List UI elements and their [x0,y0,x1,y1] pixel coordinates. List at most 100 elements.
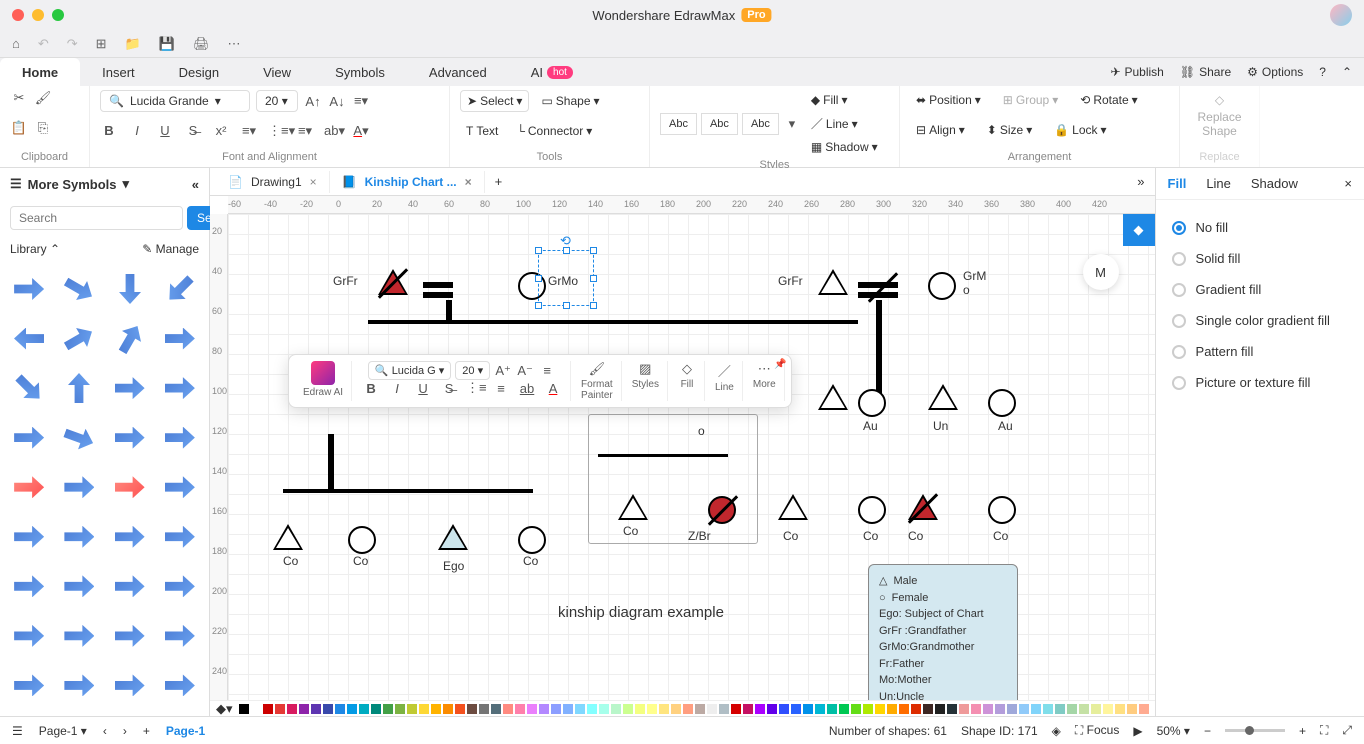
canvas[interactable]: ◆ M GrFr GrMo ⟲ GrFr [228,214,1155,700]
male-symbol[interactable] [818,384,848,410]
color-swatch[interactable] [1139,704,1149,714]
fill-option-none[interactable]: No fill [1172,212,1348,243]
fullscreen-icon[interactable]: ⤢ [1342,723,1352,738]
tab-design[interactable]: Design [157,58,241,86]
italic-icon[interactable]: I [128,123,146,138]
arrow-shape[interactable] [157,565,203,607]
increase-font-icon[interactable]: A↑ [304,94,322,109]
color-swatch[interactable] [455,704,465,714]
ego-symbol[interactable] [438,524,468,550]
shadow-tab[interactable]: Shadow [1251,176,1298,191]
arrow-shape[interactable] [56,367,102,409]
color-swatch[interactable] [311,704,321,714]
font-color-icon[interactable]: A▾ [352,123,370,139]
arrow-shape[interactable] [6,318,52,360]
arrow-shape[interactable] [6,417,52,459]
home-icon[interactable]: ⌂ [12,36,20,51]
close-panel-icon[interactable]: × [1344,176,1352,191]
fill-tab[interactable]: Fill [1168,176,1187,191]
shadow-button[interactable]: ▦ Shadow ▾ [805,137,884,157]
color-swatch[interactable] [431,704,441,714]
male-symbol[interactable] [818,269,848,295]
arrow-shape[interactable] [107,367,153,409]
align-icon[interactable]: ≡▾ [352,93,370,109]
fill-option-picture[interactable]: Picture or texture fill [1172,367,1348,398]
tab-insert[interactable]: Insert [80,58,157,86]
prev-page-icon[interactable]: ‹ [103,724,107,738]
pin-icon[interactable]: 📌 [774,359,786,370]
arrow-shape[interactable] [157,466,203,508]
color-swatch[interactable] [251,704,261,714]
fill-option-pattern[interactable]: Pattern fill [1172,336,1348,367]
lock-button[interactable]: 🔒 Lock▾ [1048,120,1112,140]
line-tab[interactable]: Line [1206,176,1231,191]
color-swatch[interactable] [1031,704,1041,714]
color-swatch[interactable] [1055,704,1065,714]
color-swatch[interactable] [323,704,333,714]
color-swatch[interactable] [839,704,849,714]
arrow-shape[interactable] [157,417,203,459]
close-tab-icon[interactable]: × [465,175,472,189]
color-swatch[interactable] [719,704,729,714]
male-symbol[interactable] [778,494,808,520]
cut-icon[interactable]: ✂ [10,90,28,106]
color-swatch[interactable] [1103,704,1113,714]
legend-box[interactable]: △ Male ○ Female Ego: Subject of Chart Gr… [868,564,1018,700]
page-list-icon[interactable]: ☰ [12,724,23,738]
numbering-icon[interactable]: ≡▾ [296,123,314,139]
replace-shape-button[interactable]: ◇Replace Shape [1190,90,1249,141]
color-swatch[interactable] [803,704,813,714]
arrow-shape[interactable] [6,367,52,409]
line-icon[interactable]: ／ [715,361,733,380]
female-symbol[interactable] [858,389,886,417]
user-avatar[interactable] [1330,4,1352,26]
male-symbol[interactable] [928,384,958,410]
redo-icon[interactable]: ↷ [67,36,78,52]
color-swatch[interactable] [863,704,873,714]
italic-icon[interactable]: I [388,381,406,396]
float-size-select[interactable]: 20 ▾ [455,361,490,380]
color-swatch[interactable] [515,704,525,714]
open-icon[interactable]: 📁 [125,36,141,52]
fill-dropper-icon[interactable]: ◆▾ [216,701,233,717]
current-page[interactable]: Page-1 [166,724,205,738]
male-symbol[interactable] [273,524,303,550]
female-symbol[interactable] [518,526,546,554]
arrow-shape[interactable] [107,664,153,706]
color-swatch[interactable] [287,704,297,714]
fill-option-single-gradient[interactable]: Single color gradient fill [1172,305,1348,336]
arrow-shape[interactable] [56,615,102,657]
font-select[interactable]: 🔍 Lucida Grande ▾ [100,90,250,112]
color-swatch[interactable] [239,704,249,714]
arrow-shape[interactable] [56,417,102,459]
color-swatch[interactable] [539,704,549,714]
tab-view[interactable]: View [241,58,313,86]
style-preset-3[interactable]: Abc [742,113,779,135]
presentation-icon[interactable]: ▶ [1133,724,1142,738]
arrow-shape[interactable] [157,615,203,657]
color-swatch[interactable] [587,704,597,714]
color-swatch[interactable] [1007,704,1017,714]
arrow-shape[interactable] [157,367,203,409]
color-swatch[interactable] [371,704,381,714]
arrow-shape[interactable] [107,516,153,558]
paste-icon[interactable]: 📋 [10,120,28,136]
arrow-shape[interactable] [107,268,153,310]
color-swatch[interactable] [635,704,645,714]
color-swatch[interactable] [851,704,861,714]
superscript-icon[interactable]: x² [212,123,230,138]
color-swatch[interactable] [971,704,981,714]
color-swatch[interactable] [875,704,885,714]
color-swatch[interactable] [503,704,513,714]
arrow-shape[interactable] [56,565,102,607]
zoom-in-icon[interactable]: + [1299,724,1306,738]
library-toggle[interactable]: Library ⌃ [10,242,60,256]
color-swatch[interactable] [779,704,789,714]
arrow-shape[interactable] [6,268,52,310]
fill-button[interactable]: ◆ Fill ▾ [805,90,884,110]
more-quick-icon[interactable]: ⋯ [227,36,240,52]
tab-ai[interactable]: AIhot [509,58,595,86]
arrow-shape[interactable] [6,466,52,508]
focus-button[interactable]: ⛶ Focus [1075,723,1119,738]
fill-option-solid[interactable]: Solid fill [1172,243,1348,274]
